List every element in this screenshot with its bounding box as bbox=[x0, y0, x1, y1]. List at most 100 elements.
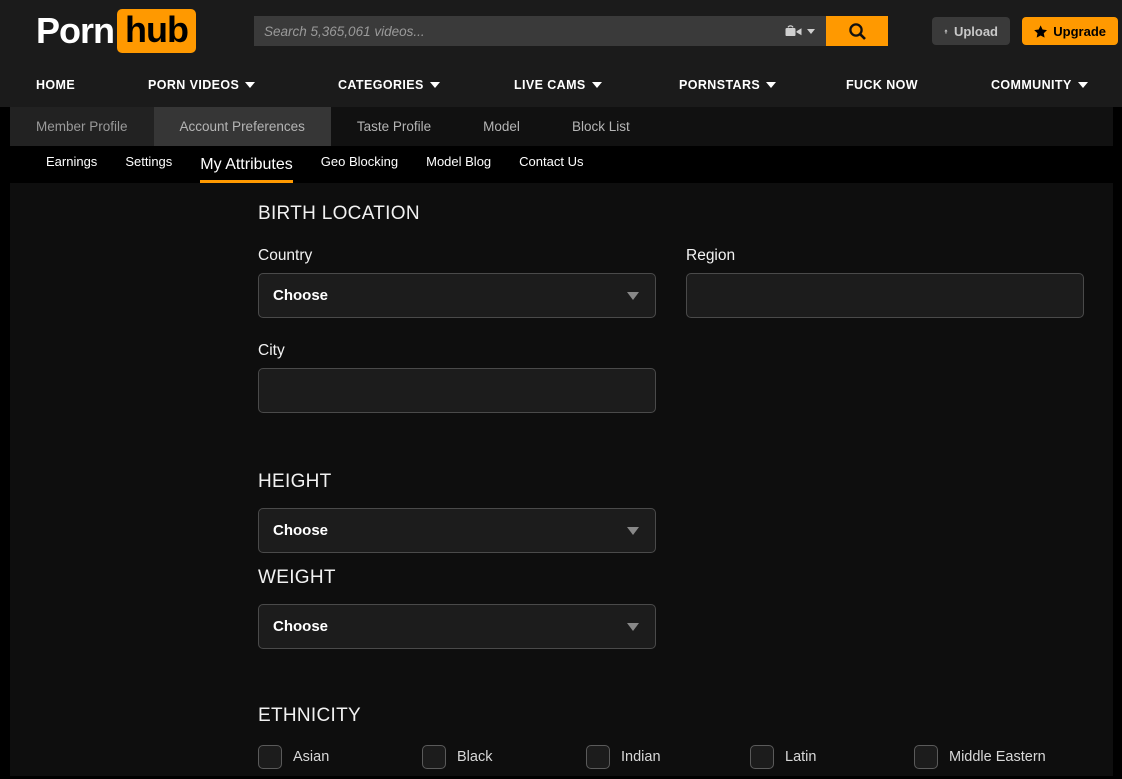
city-input[interactable] bbox=[273, 382, 641, 399]
nav-item-community[interactable]: COMMUNITY bbox=[991, 78, 1088, 92]
chevron-down-icon bbox=[807, 28, 815, 34]
ethnicity-checkbox[interactable] bbox=[914, 745, 938, 769]
subnav-item-label: Contact Us bbox=[519, 154, 584, 169]
ethnicity-option-indian[interactable]: Indian bbox=[586, 745, 750, 769]
upload-button[interactable]: Upload bbox=[932, 17, 1010, 45]
chevron-down-icon bbox=[766, 81, 777, 88]
search-type-selector[interactable] bbox=[774, 16, 826, 46]
subnav-item-my-attributes[interactable]: My Attributes bbox=[200, 156, 293, 183]
site-header: Porn hub Upload Upgrade bbox=[0, 0, 1122, 62]
subnav-item-contact-us[interactable]: Contact Us bbox=[519, 154, 583, 183]
region-label: Region bbox=[686, 247, 736, 264]
nav-item-porn-videos[interactable]: PORN VIDEOS bbox=[148, 78, 256, 92]
ethnicity-options: Asian Black Indian Latin Middle Eastern bbox=[258, 745, 1113, 769]
subnav-item-label: Geo Blocking bbox=[320, 154, 399, 169]
subnav-item-label: Model Blog bbox=[426, 154, 492, 169]
page-wrapper: Member Profile Account Preferences Taste P… bbox=[0, 107, 1122, 776]
nav-item-label: PORNSTARS bbox=[679, 77, 761, 92]
ethnicity-option-label: Black bbox=[457, 749, 493, 765]
chevron-down-icon bbox=[627, 526, 639, 535]
video-camera-icon bbox=[785, 25, 802, 36]
nav-item-home[interactable]: HOME bbox=[36, 78, 75, 92]
height-heading: HEIGHT bbox=[258, 471, 332, 492]
region-input[interactable] bbox=[701, 287, 1069, 304]
city-label: City bbox=[258, 342, 285, 359]
model-subnav: Earnings Settings My Attributes Geo Blockin… bbox=[10, 146, 1113, 183]
search-submit-button[interactable] bbox=[826, 16, 888, 46]
nav-item-fuck-now[interactable]: FUCK NOW bbox=[846, 78, 918, 92]
nav-item-categories[interactable]: CATEGORIES bbox=[338, 78, 440, 92]
ethnicity-checkbox[interactable] bbox=[586, 745, 610, 769]
country-select-value: Choose bbox=[273, 287, 329, 304]
main-navigation: HOME PORN VIDEOS CATEGORIES LIVE CAMS PORNST… bbox=[0, 62, 1122, 107]
subnav-item-label: My Attributes bbox=[200, 156, 293, 173]
ethnicity-heading: ETHNICITY bbox=[258, 705, 361, 726]
ethnicity-checkbox[interactable] bbox=[258, 745, 282, 769]
chevron-down-icon bbox=[627, 622, 639, 631]
nav-item-live-cams[interactable]: LIVE CAMS bbox=[514, 78, 602, 92]
nav-item-label: LIVE CAMS bbox=[514, 77, 586, 92]
chevron-down-icon bbox=[591, 81, 602, 88]
tab-account-preferences[interactable]: Account Preferences bbox=[153, 107, 331, 146]
ethnicity-checkbox[interactable] bbox=[422, 745, 446, 769]
tab-label: Member Profile bbox=[36, 119, 128, 134]
chevron-down-icon bbox=[429, 81, 440, 88]
nav-item-label: CATEGORIES bbox=[338, 77, 424, 92]
ethnicity-option-label: Latin bbox=[785, 749, 817, 765]
tab-model[interactable]: Model bbox=[457, 107, 546, 146]
account-tabs: Member Profile Account Preferences Taste P… bbox=[10, 107, 1113, 146]
nav-item-pornstars[interactable]: PORNSTARS bbox=[679, 77, 777, 92]
search-bar bbox=[254, 16, 888, 46]
search-input[interactable] bbox=[254, 16, 774, 46]
subnav-item-earnings[interactable]: Earnings bbox=[46, 154, 97, 183]
ethnicity-option-asian[interactable]: Asian bbox=[258, 745, 422, 769]
pornhub-logo[interactable]: Porn hub bbox=[36, 9, 196, 53]
nav-item-label: FUCK NOW bbox=[846, 77, 918, 92]
tab-taste-profile[interactable]: Taste Profile bbox=[330, 107, 458, 146]
chevron-down-icon bbox=[245, 81, 256, 88]
subnav-item-settings[interactable]: Settings bbox=[125, 154, 172, 183]
subnav-item-model-blog[interactable]: Model Blog bbox=[426, 154, 491, 183]
star-icon bbox=[1034, 24, 1048, 38]
logo-text-porn: Porn bbox=[36, 10, 115, 51]
nav-item-label: COMMUNITY bbox=[991, 77, 1072, 92]
tab-block-list[interactable]: Block List bbox=[545, 107, 656, 146]
ethnicity-option-label: Middle Eastern bbox=[949, 749, 1046, 765]
chevron-down-icon bbox=[627, 291, 639, 300]
ethnicity-option-black[interactable]: Black bbox=[422, 745, 586, 769]
ethnicity-option-latin[interactable]: Latin bbox=[750, 745, 914, 769]
ethnicity-option-middle-eastern[interactable]: Middle Eastern bbox=[914, 745, 1078, 769]
height-select[interactable]: Choose bbox=[258, 508, 656, 553]
tab-member-profile[interactable]: Member Profile bbox=[10, 107, 154, 146]
region-field-group: Region bbox=[686, 247, 1084, 318]
city-input-wrap[interactable] bbox=[258, 368, 656, 413]
ethnicity-checkbox[interactable] bbox=[750, 745, 774, 769]
upgrade-button-label: Upgrade bbox=[1053, 23, 1106, 39]
tab-label: Account Preferences bbox=[179, 119, 305, 134]
city-field-group: City bbox=[258, 342, 656, 413]
weight-select-value: Choose bbox=[273, 618, 329, 635]
birth-location-heading: BIRTH LOCATION bbox=[258, 203, 420, 224]
chevron-down-icon bbox=[1077, 81, 1088, 88]
tab-label: Taste Profile bbox=[356, 119, 432, 134]
country-field-group: Country Choose bbox=[258, 247, 656, 318]
upload-button-label: Upload bbox=[953, 23, 998, 39]
height-select-value: Choose bbox=[273, 522, 329, 539]
upgrade-button[interactable]: Upgrade bbox=[1022, 17, 1118, 45]
tab-label: Model bbox=[483, 119, 520, 134]
birth-location-row-2: City bbox=[258, 342, 1113, 413]
subnav-item-geo-blocking[interactable]: Geo Blocking bbox=[321, 154, 398, 183]
attributes-form: BIRTH LOCATION Country Choose Region Cit… bbox=[10, 183, 1113, 776]
ethnicity-option-label: Asian bbox=[293, 749, 330, 765]
region-input-wrap[interactable] bbox=[686, 273, 1084, 318]
country-select[interactable]: Choose bbox=[258, 273, 656, 318]
page-panel: Member Profile Account Preferences Taste P… bbox=[10, 107, 1113, 776]
weight-select[interactable]: Choose bbox=[258, 604, 656, 649]
nav-item-label: HOME bbox=[36, 77, 76, 92]
upload-arrow-icon bbox=[944, 28, 948, 34]
subnav-item-label: Earnings bbox=[46, 154, 98, 169]
birth-location-row-1: Country Choose Region bbox=[258, 247, 1113, 318]
weight-heading: WEIGHT bbox=[258, 567, 336, 588]
search-icon bbox=[848, 22, 866, 40]
logo-text-hub: hub bbox=[117, 9, 196, 53]
